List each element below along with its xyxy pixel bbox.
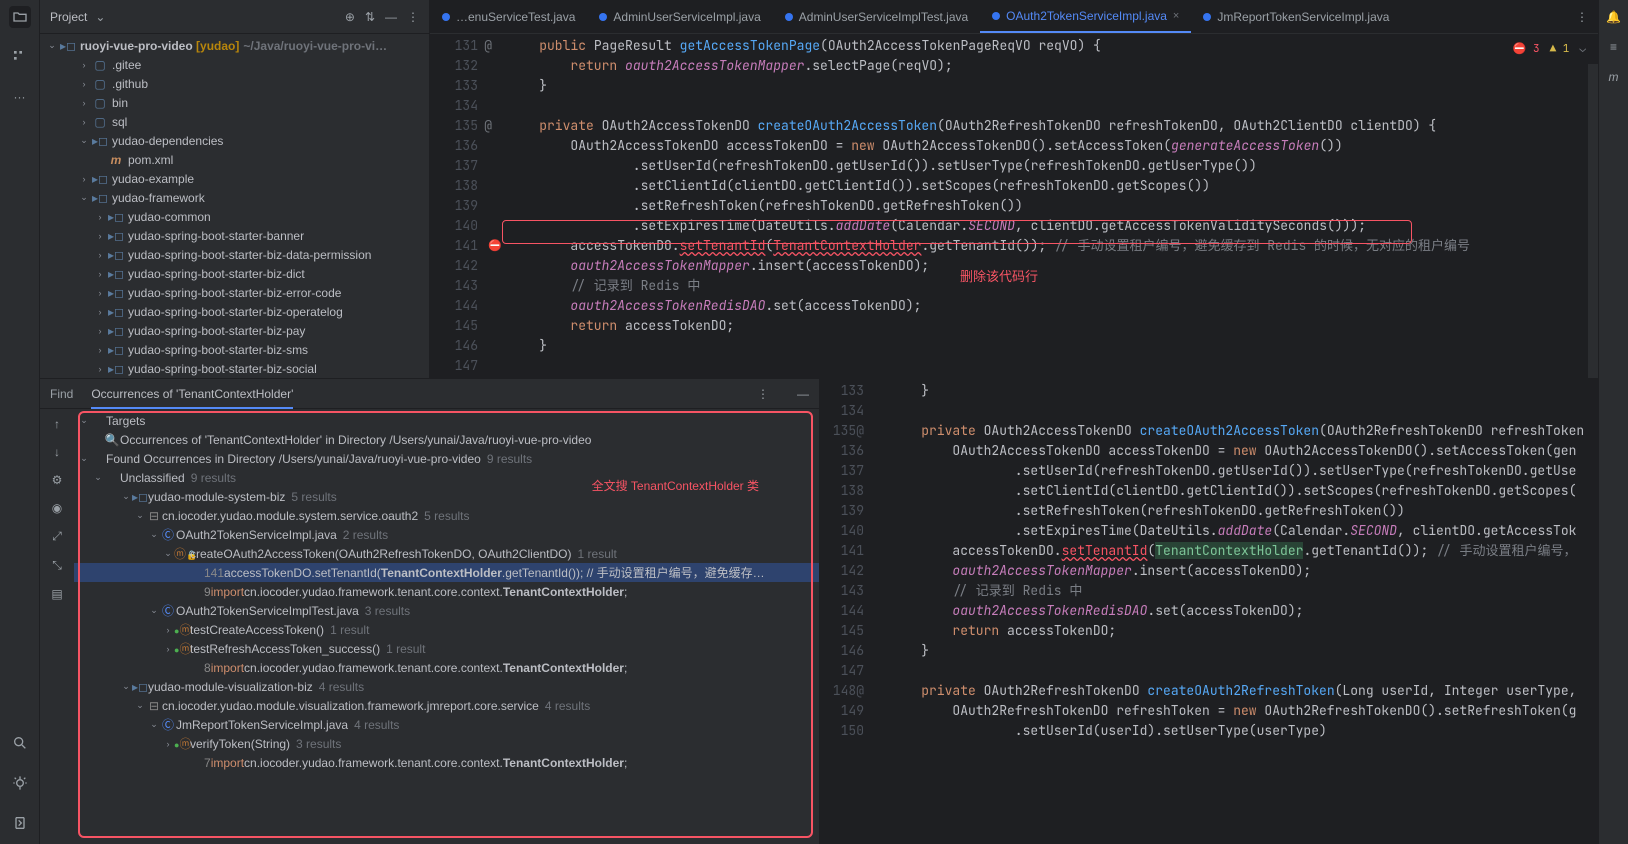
result-row[interactable]: ⌄Found Occurrences in Directory /Users/y… bbox=[74, 449, 819, 468]
result-row[interactable]: ⌄ⒸOAuth2TokenServiceImplTest.java3 resul… bbox=[74, 601, 819, 620]
file-type-icon bbox=[599, 13, 607, 21]
tree-item[interactable]: ⌄▸◻yudao-dependencies bbox=[40, 131, 429, 150]
tree-item[interactable]: ›▸◻yudao-spring-boot-starter-biz-operate… bbox=[40, 302, 429, 321]
result-row[interactable]: ⌄ⒸJmReportTokenServiceImpl.java4 results bbox=[74, 715, 819, 734]
project-panel-header: Project ⌄ ⊕ ⇅ — ⋮ bbox=[40, 0, 429, 34]
tree-item[interactable]: ›▸◻yudao-spring-boot-starter-biz-pay bbox=[40, 321, 429, 340]
tree-item[interactable]: ›▢bin bbox=[40, 93, 429, 112]
project-panel-title: Project bbox=[50, 10, 87, 24]
occurrences-tab[interactable]: Occurrences of 'TenantContextHolder' bbox=[91, 387, 293, 409]
tree-item[interactable]: ⌄▸◻yudao-framework bbox=[40, 188, 429, 207]
find-results[interactable]: 全文搜 TenantContextHolder 类 ⌄Targets🔍Occur… bbox=[74, 409, 819, 844]
inspector-chevron-icon[interactable]: ⌄ bbox=[1579, 42, 1586, 56]
find-hide-icon[interactable]: — bbox=[797, 387, 809, 401]
editor-tab[interactable]: JmReportTokenServiceImpl.java bbox=[1191, 0, 1401, 33]
expand-icon[interactable]: ⤢ bbox=[52, 529, 62, 544]
left-toolbar: ··· bbox=[0, 0, 40, 844]
result-row[interactable]: ›●ⓜtestCreateAccessToken()1 result bbox=[74, 620, 819, 639]
tree-item[interactable]: ›▢.github bbox=[40, 74, 429, 93]
layout-icon[interactable]: ▤ bbox=[51, 587, 62, 601]
preview-icon[interactable]: ◉ bbox=[52, 501, 62, 515]
editor-tab[interactable]: …enuServiceTest.java bbox=[430, 0, 587, 33]
editor-tab[interactable]: AdminUserServiceImplTest.java bbox=[773, 0, 980, 33]
terminal-tool-icon[interactable] bbox=[9, 812, 31, 834]
file-type-icon bbox=[442, 13, 450, 21]
usage-preview-editor[interactable]: 133134135@136137138139140141142143144145… bbox=[820, 379, 1598, 844]
expand-all-icon[interactable]: ⇅ bbox=[365, 10, 375, 24]
tree-item[interactable]: ›▸◻yudao-common bbox=[40, 207, 429, 226]
result-row[interactable]: ›●ⓜverifyToken(String)3 results bbox=[74, 734, 819, 753]
result-row[interactable]: 7 import cn.iocoder.yudao.framework.tena… bbox=[74, 753, 819, 772]
minimap[interactable] bbox=[1588, 64, 1598, 378]
find-options-icon[interactable]: ⋮ bbox=[757, 387, 769, 401]
result-row[interactable]: ⌄▸◻yudao-module-visualization-biz4 resul… bbox=[74, 677, 819, 696]
file-type-icon bbox=[992, 12, 1000, 20]
result-row[interactable]: 🔍Occurrences of 'TenantContextHolder' in… bbox=[74, 430, 819, 449]
result-row[interactable]: ⌄ⒸOAuth2TokenServiceImpl.java2 results bbox=[74, 525, 819, 544]
find-panel: Find Occurrences of 'TenantContextHolder… bbox=[40, 379, 820, 844]
find-tab[interactable]: Find bbox=[50, 387, 73, 401]
structure-tool-icon[interactable] bbox=[9, 46, 31, 68]
file-type-icon bbox=[1203, 13, 1211, 21]
tree-item[interactable]: ›▸◻yudao-example bbox=[40, 169, 429, 188]
notifications-icon[interactable]: 🔔 bbox=[1606, 10, 1621, 24]
prev-result-icon[interactable]: ↑ bbox=[54, 417, 60, 431]
find-tool-icon[interactable] bbox=[9, 732, 31, 754]
find-toolbar: ↑ ↓ ⚙ ◉ ⤢ ⤡ ▤ bbox=[40, 409, 74, 844]
result-row[interactable]: ⌄Targets bbox=[74, 411, 819, 430]
result-row[interactable]: ›●ⓜtestRefreshAccessToken_success()1 res… bbox=[74, 639, 819, 658]
settings-icon[interactable]: ⚙ bbox=[52, 473, 63, 487]
error-count-badge[interactable]: ⛔ 3 bbox=[1513, 42, 1540, 56]
select-open-file-icon[interactable]: ⊕ bbox=[345, 10, 355, 24]
more-tool-icon[interactable]: ··· bbox=[9, 86, 31, 108]
project-panel: Project ⌄ ⊕ ⇅ — ⋮ ⌄ ▸◻ ruoyi-vue-pro-vid… bbox=[40, 0, 430, 378]
tabs-overflow-icon[interactable]: ⋮ bbox=[1566, 10, 1598, 24]
tree-root[interactable]: ⌄ ▸◻ ruoyi-vue-pro-video [yudao]~/Java/r… bbox=[40, 36, 429, 55]
tree-item[interactable]: ›▢.gitee bbox=[40, 55, 429, 74]
result-row[interactable]: 8 import cn.iocoder.yudao.framework.tena… bbox=[74, 658, 819, 677]
tree-item[interactable]: ›▸◻yudao-spring-boot-starter-banner bbox=[40, 226, 429, 245]
project-tool-icon[interactable] bbox=[9, 6, 31, 28]
collapse-icon[interactable]: — bbox=[385, 10, 397, 24]
close-icon[interactable]: × bbox=[1173, 10, 1179, 22]
editor-tab[interactable]: OAuth2TokenServiceImpl.java× bbox=[980, 0, 1191, 33]
maven-icon[interactable]: m bbox=[1609, 70, 1619, 84]
tree-item[interactable]: ›▸◻yudao-spring-boot-starter-biz-data-pe… bbox=[40, 245, 429, 264]
warning-count-badge[interactable]: ▲ 1 bbox=[1550, 42, 1570, 56]
tree-item[interactable]: ›▢sql bbox=[40, 112, 429, 131]
tree-item[interactable]: ›▸◻yudao-spring-boot-starter-biz-dict bbox=[40, 264, 429, 283]
annotation-search: 全文搜 TenantContextHolder 类 bbox=[592, 477, 759, 494]
options-icon[interactable]: ⋮ bbox=[407, 10, 419, 24]
right-toolbar: 🔔 ≡ m bbox=[1598, 0, 1628, 844]
editor-tabs: …enuServiceTest.javaAdminUserServiceImpl… bbox=[430, 0, 1598, 34]
code-editor[interactable]: ⛔ 3 ▲ 1 ⌄ 131@132133134135@1361371381391… bbox=[430, 34, 1598, 378]
editor-tab[interactable]: AdminUserServiceImpl.java bbox=[587, 0, 772, 33]
editor-area: …enuServiceTest.javaAdminUserServiceImpl… bbox=[430, 0, 1598, 378]
next-result-icon[interactable]: ↓ bbox=[54, 445, 60, 459]
collapse-results-icon[interactable]: ⤡ bbox=[52, 558, 62, 573]
file-type-icon bbox=[785, 13, 793, 21]
annotation-delete-line: 删除该代码行 bbox=[960, 266, 1038, 285]
result-row[interactable]: 9 import cn.iocoder.yudao.framework.tena… bbox=[74, 582, 819, 601]
tree-item[interactable]: ›▸◻yudao-spring-boot-starter-biz-sms bbox=[40, 340, 429, 359]
result-row[interactable]: ⌄⊟cn.iocoder.yudao.module.visualization.… bbox=[74, 696, 819, 715]
tree-item[interactable]: ›▸◻yudao-spring-boot-starter-biz-social bbox=[40, 359, 429, 378]
project-tree[interactable]: ⌄ ▸◻ ruoyi-vue-pro-video [yudao]~/Java/r… bbox=[40, 34, 429, 378]
tree-item[interactable]: mpom.xml bbox=[40, 150, 429, 169]
tree-item[interactable]: ›▸◻yudao-spring-boot-starter-biz-error-c… bbox=[40, 283, 429, 302]
debug-tool-icon[interactable] bbox=[9, 772, 31, 794]
chevron-down-icon[interactable]: ⌄ bbox=[95, 10, 105, 24]
result-row[interactable]: ⌄⊟cn.iocoder.yudao.module.system.service… bbox=[74, 506, 819, 525]
result-row[interactable]: ⌄ⓜ🔒createOAuth2AccessToken(OAuth2Refresh… bbox=[74, 544, 819, 563]
result-row[interactable]: 141 accessTokenDO.setTenantId(TenantCont… bbox=[74, 563, 819, 582]
database-icon[interactable]: ≡ bbox=[1610, 40, 1617, 54]
